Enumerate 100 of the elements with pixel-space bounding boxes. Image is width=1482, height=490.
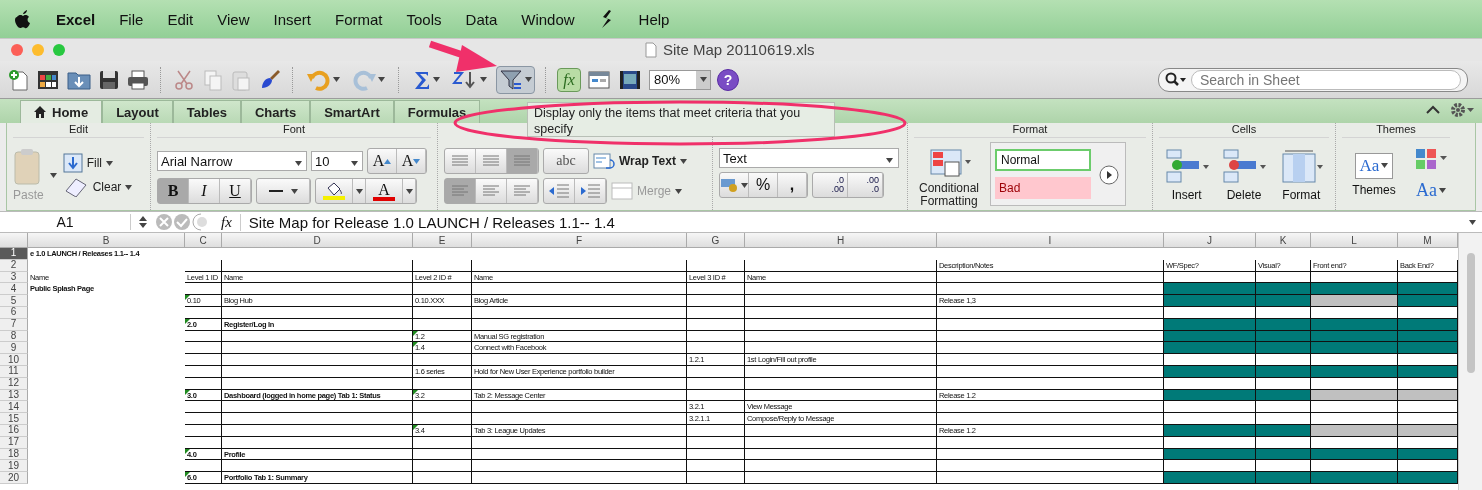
menu-item[interactable]: View <box>217 10 250 28</box>
caret-icon[interactable] <box>525 77 532 82</box>
row-header[interactable]: 9 <box>0 342 28 355</box>
fill-button[interactable]: Fill <box>62 153 133 173</box>
border-button[interactable] <box>256 178 311 204</box>
menu-item[interactable]: Data <box>465 10 498 28</box>
font-color-button[interactable]: A <box>366 179 403 203</box>
percent-button[interactable]: % <box>749 173 778 197</box>
formula-builder-button[interactable]: fx <box>557 67 581 92</box>
menu-item[interactable]: Window <box>521 10 575 28</box>
column-header[interactable]: C <box>185 233 222 248</box>
cells-button[interactable]: Delete <box>1216 148 1272 202</box>
row-header[interactable]: 4 <box>0 283 28 296</box>
menu-item[interactable]: Format <box>335 10 383 28</box>
caret-icon[interactable] <box>480 77 487 82</box>
app-menu[interactable]: Excel <box>56 10 96 28</box>
search-field[interactable]: Search in Sheet <box>1158 67 1468 92</box>
decimal-button[interactable]: .0 .00 <box>813 173 848 197</box>
column-header[interactable]: G <box>687 233 745 248</box>
column-header[interactable]: B <box>28 233 185 248</box>
print-icon[interactable] <box>126 67 150 92</box>
menu-item[interactable]: Tools <box>406 10 442 28</box>
comma-button[interactable]: , <box>778 173 807 197</box>
caret-icon[interactable] <box>290 188 298 194</box>
caret-icon[interactable] <box>1439 188 1446 193</box>
caret-icon[interactable] <box>679 158 687 164</box>
caret-icon[interactable] <box>295 160 302 166</box>
ribbon-tab[interactable]: Charts <box>240 100 311 123</box>
caret-icon[interactable] <box>741 182 748 188</box>
formula-field[interactable]: Site Map for Release 1.0 LAUNCH / Releases 1.1-- 1.4 <box>239 213 1469 231</box>
filter-icon[interactable] <box>499 68 523 91</box>
column-header[interactable]: H <box>745 233 937 248</box>
caret-icon[interactable] <box>378 77 385 82</box>
wrap-text-button[interactable]: Wrap Text <box>593 152 687 170</box>
insert-function-button[interactable]: fx <box>221 213 232 231</box>
decimal-button[interactable]: .00 .0 <box>848 173 883 197</box>
caret-icon[interactable] <box>125 184 133 190</box>
caret-icon[interactable] <box>1381 163 1389 168</box>
caret-icon[interactable] <box>49 172 57 178</box>
filter-button[interactable] <box>496 65 535 94</box>
column-header[interactable]: I <box>937 233 1164 248</box>
font-style-button[interactable]: U <box>220 179 251 203</box>
caret-icon[interactable] <box>433 77 440 82</box>
font-style-button[interactable]: B <box>158 179 189 203</box>
ribbon-tab[interactable]: Home <box>20 100 103 123</box>
font-size-field[interactable]: 10 <box>311 151 363 171</box>
font-style-button[interactable]: I <box>189 179 220 203</box>
grow-font-button[interactable]: A <box>368 149 397 173</box>
caret-icon[interactable] <box>351 160 358 166</box>
gear-icon[interactable] <box>1450 102 1474 118</box>
menu-item[interactable]: File <box>119 10 144 28</box>
shrink-font-button[interactable]: A <box>397 149 426 173</box>
menu-item[interactable]: Insert <box>273 10 311 28</box>
orientation-button[interactable]: abc <box>543 148 589 174</box>
ribbon-tab[interactable]: Layout <box>102 100 173 123</box>
row-header[interactable]: 14 <box>0 401 28 414</box>
number-format-field[interactable]: Text <box>719 148 899 168</box>
row-header[interactable]: 19 <box>0 460 28 473</box>
column-header[interactable]: D <box>222 233 413 248</box>
ribbon-tab[interactable]: SmartArt <box>310 100 394 123</box>
ribbon-tab[interactable]: Formulas <box>393 100 481 123</box>
row-header[interactable]: 5 <box>0 295 28 307</box>
ribbon-tab[interactable]: Tables <box>172 100 241 123</box>
column-header[interactable]: L <box>1311 233 1398 248</box>
menu-item[interactable]: Help <box>638 10 670 28</box>
font-name-field[interactable]: Arial Narrow <box>157 151 307 171</box>
column-header[interactable]: F <box>472 233 687 248</box>
row-header[interactable]: 15 <box>0 413 28 425</box>
apple-icon[interactable] <box>14 9 32 29</box>
play-icon[interactable] <box>1099 165 1119 185</box>
theme-fonts-button[interactable]: Aa <box>1416 180 1446 201</box>
caret-icon[interactable] <box>333 77 340 82</box>
menu-item[interactable]: Edit <box>167 10 194 28</box>
caret-icon[interactable] <box>106 160 113 166</box>
search-icon[interactable] <box>1165 71 1187 88</box>
name-box[interactable]: A1 <box>0 214 131 230</box>
colors-icon[interactable] <box>1414 148 1448 170</box>
cells-button[interactable]: Format <box>1273 148 1329 202</box>
row-header[interactable]: 10 <box>0 354 28 366</box>
column-header[interactable]: M <box>1398 233 1458 248</box>
conditional-formatting-button[interactable]: Conditional Formatting <box>914 148 984 208</box>
new-document-icon[interactable] <box>8 67 30 92</box>
column-header[interactable]: J <box>1164 233 1256 248</box>
collapse-ribbon-icon[interactable] <box>1426 105 1440 115</box>
caret-icon[interactable] <box>699 77 707 82</box>
themes-button[interactable]: Aa Themes <box>1342 152 1406 197</box>
row-header[interactable]: 20 <box>0 472 28 484</box>
column-header[interactable]: E <box>413 233 472 248</box>
column-header[interactable]: K <box>1256 233 1311 248</box>
cells-button[interactable]: Insert <box>1159 148 1215 202</box>
cell-style[interactable]: Bad <box>995 177 1091 199</box>
row-header[interactable]: 1 <box>0 248 28 260</box>
caret-icon[interactable] <box>355 188 363 194</box>
currency-button[interactable] <box>720 173 749 197</box>
dropdown-caret-icon[interactable] <box>1469 219 1476 225</box>
help-button[interactable]: ? <box>717 68 739 91</box>
caret-icon[interactable] <box>405 188 413 194</box>
zoom-dropdown[interactable]: 80% <box>649 69 711 90</box>
cell-style[interactable]: Normal <box>995 149 1091 171</box>
vertical-scrollbar[interactable] <box>1458 233 1482 490</box>
